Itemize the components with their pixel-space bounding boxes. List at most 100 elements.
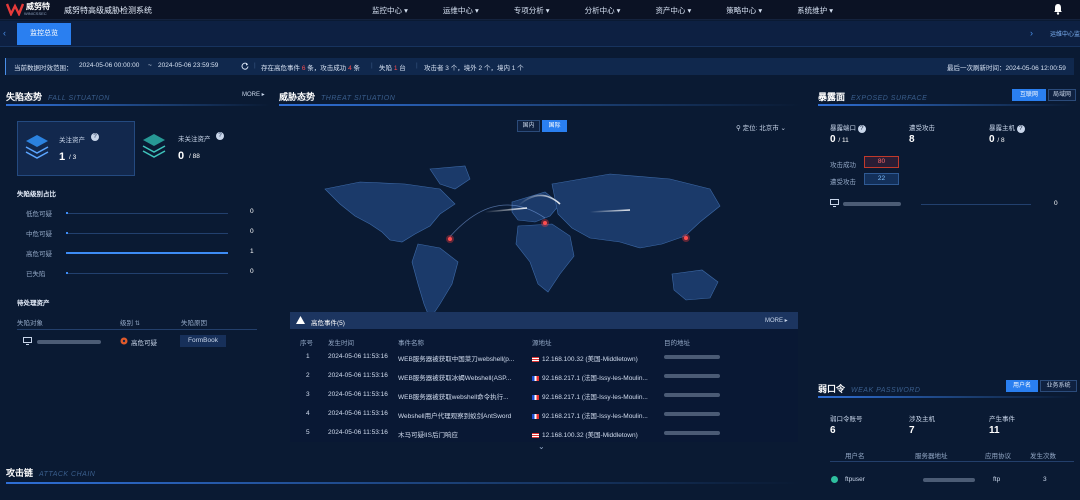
unfocus-asset-card[interactable]: 未关注资产 ? 0 / 88 xyxy=(139,121,257,176)
exposed-port-value: 0 / 11 xyxy=(830,134,849,145)
range-separator: ~ xyxy=(148,62,152,69)
level-value: 0 xyxy=(250,228,254,235)
main-nav: 监控中心 ▾ 运维中心 ▾ 专项分析 ▾ 分析中心 ▾ 资产中心 ▾ 策略中心 … xyxy=(372,5,868,16)
focus-asset-total: / 3 xyxy=(69,154,77,161)
level-bar-fill xyxy=(66,272,68,274)
refresh-icon[interactable] xyxy=(241,62,249,70)
tab-monitor-overview[interactable]: 监控总览 xyxy=(17,23,71,45)
nav-monitor[interactable]: 监控中心 ▾ xyxy=(372,5,408,16)
help-icon[interactable]: ? xyxy=(1016,125,1025,133)
level-value: 1 xyxy=(250,248,254,255)
events-more-link[interactable]: MORE ▸ xyxy=(765,317,788,324)
international-button[interactable]: 国际 xyxy=(542,120,567,132)
level-name: 已失陷 xyxy=(26,271,46,278)
unfocus-asset-value: 0 xyxy=(178,150,185,162)
weak-account-value: 6 xyxy=(830,425,836,436)
event-row[interactable]: 5 2024-05-06 11:53:16 木马可疑IIS后门响应 12.168.10… xyxy=(290,424,798,442)
attack-source-us xyxy=(446,235,454,243)
flag-fr-icon xyxy=(532,376,539,381)
world-map[interactable] xyxy=(290,144,795,324)
level-name: 中危可疑 xyxy=(26,231,52,238)
tab-scroll-left-icon[interactable]: ‹ xyxy=(3,28,6,38)
domestic-button[interactable]: 国内 xyxy=(517,120,540,132)
app-title: 威努特高级威胁检测系统 xyxy=(64,6,152,15)
event-source: 92.168.217.1 (法国-Issy-les-Moulin... xyxy=(532,372,658,382)
redacted-destination xyxy=(664,412,720,416)
asset-stack-icon xyxy=(25,135,49,159)
event-time: 2024-05-06 11:53:16 xyxy=(328,372,388,379)
redacted-server xyxy=(923,478,975,482)
level-value: 0 xyxy=(250,268,254,275)
col-fallen-object: 失陷对象 xyxy=(17,320,43,327)
range-label: 当前数据时效范围： xyxy=(14,65,73,72)
table-row[interactable]: 高危可疑 FormBook xyxy=(17,334,257,350)
internet-button[interactable]: 互联网 xyxy=(1012,89,1046,101)
nav-special[interactable]: 专项分析 ▾ xyxy=(514,5,550,16)
business-system-button[interactable]: 业务系统 xyxy=(1040,380,1077,392)
threat-title-underline xyxy=(279,104,801,106)
bell-icon[interactable] xyxy=(1053,3,1063,15)
nav-policy[interactable]: 策略中心 ▾ xyxy=(726,5,762,16)
fallen-summary: 失陷 1 台 xyxy=(379,65,406,72)
last-update: 最后一次刷新时间：2024-05-06 12:00:59 xyxy=(947,65,1066,72)
level-bar xyxy=(66,232,228,234)
lan-button[interactable]: 局域网 xyxy=(1048,89,1076,101)
tab-scroll-right-icon[interactable]: › xyxy=(1030,28,1033,38)
brand-subname: WINICSSEC xyxy=(24,11,47,16)
unfocus-help-icon[interactable]: ? xyxy=(216,132,224,140)
event-no: 1 xyxy=(306,353,310,360)
brand-name: 威努特 xyxy=(26,2,50,11)
focus-asset-label: 关注资产 xyxy=(59,137,85,144)
nav-ops[interactable]: 运维中心 ▾ xyxy=(443,5,479,16)
events-header: 高危事件(5) MORE ▸ xyxy=(290,312,798,329)
range-end[interactable]: 2024-05-06 23:59:59 xyxy=(158,62,218,69)
exposed-host-label: 暴露主机 ? xyxy=(989,122,1025,133)
event-row[interactable]: 2 2024-05-06 11:53:16 WEB服务器被获取冰蝎Webshell(… xyxy=(290,367,798,385)
warning-icon xyxy=(296,316,305,324)
tab-bar: ‹ 监控总览 › 运维中心监 xyxy=(0,21,1080,47)
nav-analysis[interactable]: 分析中心 ▾ xyxy=(585,5,621,16)
event-row[interactable]: 1 2024-05-06 11:53:16 WEB服务器被获取中国菜刀webshel… xyxy=(290,348,798,366)
row-count: 3 xyxy=(1043,476,1047,483)
col-protocol: 应用协议 xyxy=(985,453,1011,460)
nav-asset[interactable]: 资产中心 ▾ xyxy=(655,5,691,16)
event-source: 92.168.217.1 (法国-Issy-les-Moulin... xyxy=(532,410,658,420)
expand-chevron-icon[interactable]: ⌄ xyxy=(538,442,545,451)
level-name: 低危可疑 xyxy=(26,211,52,218)
events-generated-label: 产生事件 xyxy=(989,416,1015,423)
involved-host-label: 涉及主机 xyxy=(909,416,935,423)
continent-greenland xyxy=(429,165,471,190)
attack-source-fr xyxy=(541,219,549,227)
flag-us-icon xyxy=(532,433,539,438)
weak-account-label: 弱口令账号 xyxy=(830,416,863,423)
range-start[interactable]: 2024-05-06 00:00:00 xyxy=(79,62,139,69)
nav-system[interactable]: 系统维护 ▾ xyxy=(797,5,833,16)
focus-help-icon[interactable]: ? xyxy=(91,133,99,141)
event-time: 2024-05-06 11:53:16 xyxy=(328,429,388,436)
event-source: 12.168.100.32 (美国-Middletown) xyxy=(532,353,658,363)
involved-host-value: 7 xyxy=(909,425,915,436)
level-ratio-title: 失陷级别占比 xyxy=(17,191,56,198)
redacted-host xyxy=(843,202,901,206)
flag-us-icon xyxy=(532,357,539,362)
event-time: 2024-05-06 11:53:16 xyxy=(328,391,388,398)
col-username: 用户名 xyxy=(845,453,865,460)
monitor-icon xyxy=(830,199,839,207)
event-row[interactable]: 4 2024-05-06 11:53:16 Webshell用户代理观察到蚁剑Ant… xyxy=(290,405,798,423)
user-status-icon xyxy=(831,476,838,483)
flag-fr-icon xyxy=(532,414,539,419)
username-button[interactable]: 用户名 xyxy=(1006,380,1038,392)
tab-ops-center[interactable]: 运维中心监 xyxy=(1050,29,1080,38)
event-row[interactable]: 3 2024-05-06 11:53:16 WEB服务器被获取webshell命令执… xyxy=(290,386,798,404)
continent-north-america xyxy=(324,181,456,243)
high-risk-events-panel: 高危事件(5) MORE ▸ 序号 发生时间 事件名称 源地址 目的地址 1 20… xyxy=(290,312,798,442)
location-selector[interactable]: ⚲ 定位: 北京市 ⌄ xyxy=(736,122,786,132)
fall-more-link[interactable]: MORE ▸ xyxy=(242,91,265,98)
event-no: 4 xyxy=(306,410,310,417)
focus-asset-card[interactable]: 关注资产 ? 1 / 3 xyxy=(17,121,135,176)
table-row[interactable]: ftpuser ftp 3 xyxy=(830,473,1074,487)
help-icon[interactable]: ? xyxy=(857,125,866,133)
table-divider xyxy=(830,461,1074,462)
continent-south-america xyxy=(411,243,459,320)
logo-icon xyxy=(6,3,24,16)
